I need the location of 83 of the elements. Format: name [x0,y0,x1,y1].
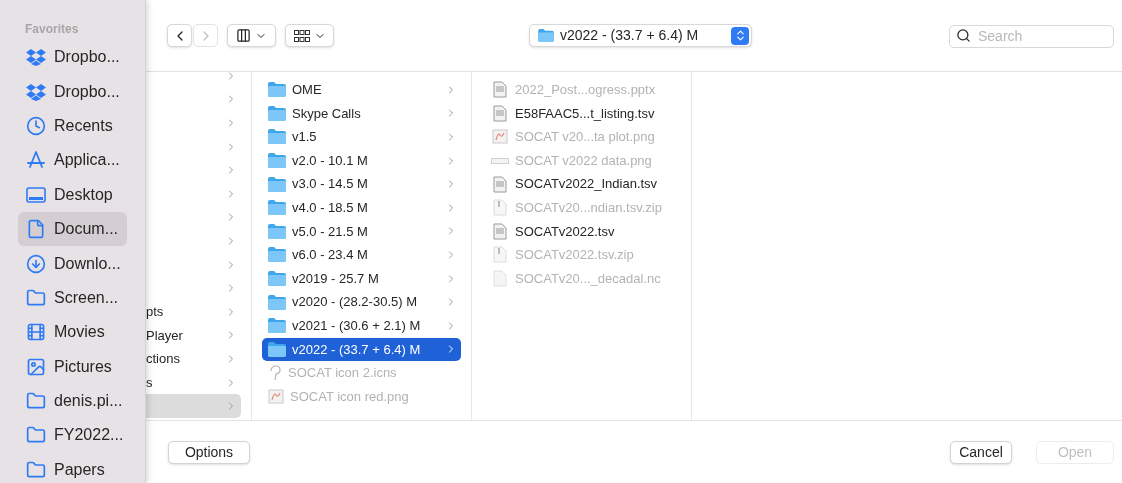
folder-icon [268,200,286,216]
folder-icon [268,82,286,98]
clock-icon [26,115,46,136]
folder-icon [26,425,46,446]
folder-icon [268,341,286,357]
sidebar-item[interactable]: Movies [18,315,127,350]
folder-row[interactable]: v6.0 - 23.4 M [262,243,461,267]
view-button[interactable] [227,24,276,47]
document-icon [493,81,507,99]
document-icon [493,104,507,122]
dropbox-icon [26,82,46,101]
folder-icon [268,318,286,334]
dialog-button[interactable]: Options [168,440,250,464]
image-icon [492,129,508,145]
folder-row[interactable]: v4.0 - 18.5 M [262,195,461,220]
film-icon [26,322,46,343]
image-icon [268,389,284,404]
folder-icon [268,247,286,263]
sidebar-item[interactable]: Dropbo... [18,74,127,109]
folder-row[interactable]: Skype Calls [262,101,461,126]
dropbox-icon [26,48,46,67]
folder-icon [538,29,554,42]
folder-row[interactable]: v3.0 - 14.5 M [262,172,461,196]
folder-icon [268,271,286,287]
document-icon [26,219,46,240]
image-strip-icon [491,157,509,164]
folder-row[interactable]: v2.0 - 10.1 M [262,148,461,173]
folder-row[interactable]: v2020 - (28.2-30.5) M [262,290,461,314]
sidebar-item[interactable]: Desktop [18,177,127,212]
folder-icon [268,294,286,310]
columns-icon [236,28,251,43]
desktop-icon [26,185,46,204]
sidebar-item[interactable]: Recents [18,108,127,144]
folder-row[interactable]: v2022 - (33.7 + 6.4) M [262,337,461,362]
document-icon [493,222,507,240]
zip-file-icon [493,246,507,264]
document-icon [493,175,507,193]
folder-icon [268,223,286,239]
sidebar-item[interactable]: Papers [18,452,127,483]
folder-row[interactable]: v2021 - (30.6 + 2.1) M [262,313,461,338]
sidebar-item[interactable]: denis.pi... [18,383,127,419]
column-row[interactable]: Player [146,323,241,348]
folder-icon [268,176,286,192]
column-row[interactable]: ctions [146,347,241,371]
dialog-button[interactable]: Cancel [950,440,1012,464]
sidebar-item[interactable]: Pictures [18,349,127,384]
updown-icon [731,26,749,45]
zip-file-icon [493,199,507,217]
photo-icon [26,356,46,377]
column-row[interactable]: s [146,370,241,395]
folder-icon [26,459,46,480]
column-row[interactable] [146,394,241,418]
file-row[interactable]: SOCATv2022.tsv [482,219,681,244]
file-icon [493,270,507,288]
search-icon [956,28,971,43]
group-button[interactable] [285,24,334,47]
sidebar-item[interactable]: Applica... [18,143,127,178]
folder-row[interactable]: v2019 - 25.7 M [262,266,461,291]
forward-button[interactable] [193,24,218,47]
download-icon [26,253,46,274]
apps-icon [26,150,46,171]
grid-icon [293,29,310,42]
sidebar-item[interactable]: FY2022... [18,418,127,453]
sidebar-heading: Favorites [25,21,80,38]
sidebar-item[interactable]: Screen... [18,280,127,316]
hook-icon [268,364,282,381]
folder-row[interactable]: OME [262,78,461,102]
sidebar-item[interactable]: Docum... [18,211,127,247]
folder-icon [268,129,286,145]
folder-row[interactable]: v1.5 [262,125,461,149]
back-button[interactable] [167,24,192,47]
file-row[interactable]: E58FAAC5...t_listing.tsv [482,101,681,126]
sidebar-item[interactable]: Downlo... [18,246,127,281]
sidebar-item[interactable]: Dropbo... [18,40,127,75]
folder-row[interactable]: v5.0 - 21.5 M [262,219,461,244]
folder-icon [26,287,46,308]
folder-icon [268,105,286,121]
file-row[interactable]: SOCATv2022_Indian.tsv [482,172,681,196]
column-row[interactable]: pts [146,299,241,324]
search-field[interactable]: Search [949,24,1114,48]
path-popup[interactable]: v2022 - (33.7 + 6.4) M [529,24,752,47]
folder-icon [26,391,46,412]
folder-icon [268,153,286,169]
